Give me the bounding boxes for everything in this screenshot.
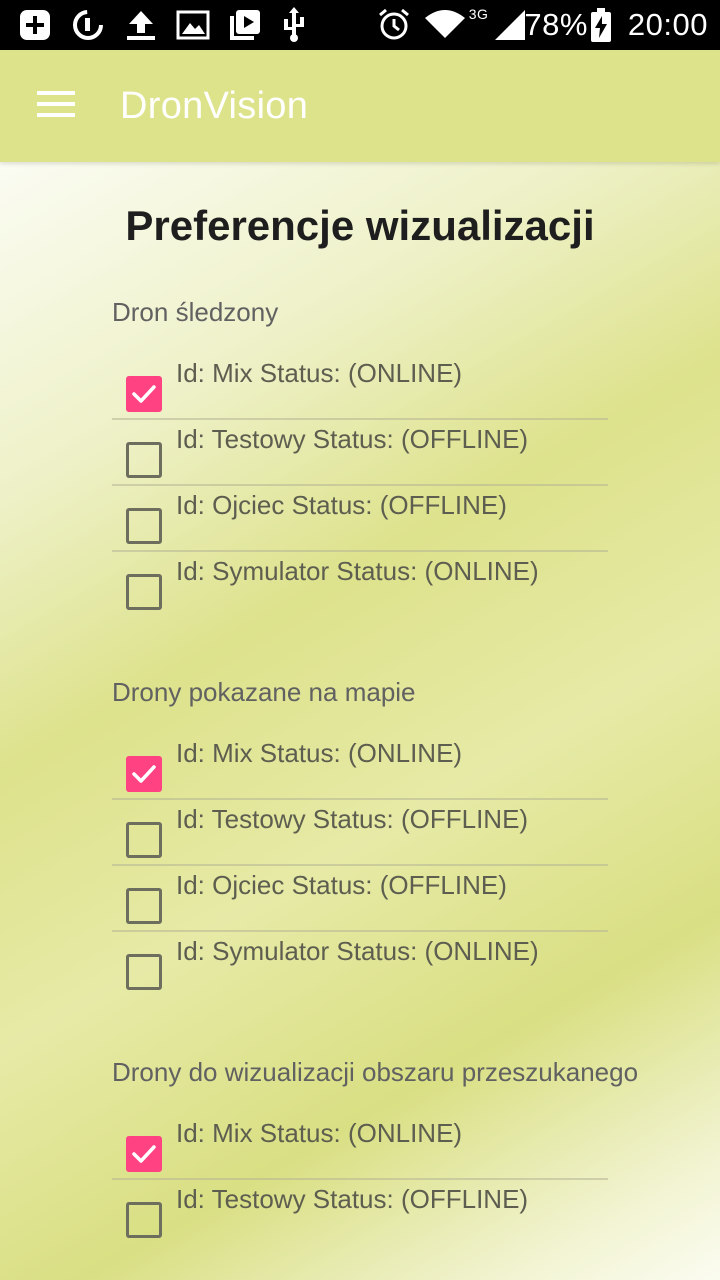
section-tracked-drone: Dron śledzony Id: Mix Status: (ONLINE) I… bbox=[112, 290, 692, 610]
checkbox[interactable] bbox=[126, 954, 162, 990]
checkbox[interactable] bbox=[126, 888, 162, 924]
video-library-icon bbox=[228, 8, 262, 42]
section-search-area-drones: Drony do wizualizacji obszaru przeszukan… bbox=[112, 1050, 692, 1238]
app-bar: DronVision bbox=[0, 50, 720, 162]
checkbox[interactable] bbox=[126, 442, 162, 478]
sync-icon bbox=[70, 7, 106, 43]
usb-icon bbox=[280, 7, 308, 43]
list-item-label: Id: Mix Status: (ONLINE) bbox=[176, 358, 463, 388]
list-item[interactable]: Id: Mix Status: (ONLINE) bbox=[112, 1114, 608, 1180]
list-item-label: Id: Testowy Status: (OFFLINE) bbox=[176, 1184, 529, 1214]
section-header: Drony pokazane na mapie bbox=[112, 677, 416, 707]
list-item-label: Id: Mix Status: (ONLINE) bbox=[176, 738, 463, 768]
wifi-icon bbox=[423, 8, 467, 42]
menu-icon bbox=[37, 90, 75, 123]
list-item[interactable]: Id: Testowy Status: (OFFLINE) bbox=[112, 420, 608, 486]
page-title: Preferencje wizualizacji bbox=[125, 202, 595, 249]
status-bar: 3G 78% 20:00 bbox=[0, 0, 720, 50]
checkbox[interactable] bbox=[126, 756, 162, 792]
checkbox[interactable] bbox=[126, 574, 162, 610]
list-item[interactable]: Id: Testowy Status: (OFFLINE) bbox=[112, 1180, 608, 1246]
list-item-label: Id: Mix Status: (ONLINE) bbox=[176, 1118, 463, 1148]
list-item-label: Id: Symulator Status: (ONLINE) bbox=[176, 556, 539, 586]
check-icon bbox=[132, 1145, 156, 1163]
checkbox[interactable] bbox=[126, 1136, 162, 1172]
check-icon bbox=[132, 385, 156, 403]
list-item-label: Id: Ojciec Status: (OFFLINE) bbox=[176, 490, 507, 520]
list-item-label: Id: Testowy Status: (OFFLINE) bbox=[176, 424, 529, 454]
list-item[interactable]: Id: Ojciec Status: (OFFLINE) bbox=[112, 866, 608, 932]
list-item[interactable]: Id: Ojciec Status: (OFFLINE) bbox=[112, 486, 608, 552]
clock: 20:00 bbox=[627, 7, 708, 42]
list-item[interactable]: Id: Symulator Status: (ONLINE) bbox=[112, 552, 608, 618]
app-title: DronVision bbox=[120, 84, 309, 127]
check-icon bbox=[132, 765, 156, 783]
list-item-label: Id: Ojciec Status: (OFFLINE) bbox=[176, 870, 507, 900]
add-box-icon bbox=[18, 8, 52, 42]
battery-charging-icon bbox=[590, 8, 612, 42]
checkbox[interactable] bbox=[126, 376, 162, 412]
preferences-content[interactable]: Preferencje wizualizacji Dron śledzony I… bbox=[0, 162, 720, 1280]
alarm-icon bbox=[377, 8, 411, 42]
list-item[interactable]: Id: Mix Status: (ONLINE) bbox=[112, 354, 608, 420]
section-header: Dron śledzony bbox=[112, 297, 279, 327]
section-header: Drony do wizualizacji obszaru przeszukan… bbox=[112, 1057, 639, 1087]
checkbox[interactable] bbox=[126, 822, 162, 858]
list-item-label: Id: Testowy Status: (OFFLINE) bbox=[176, 804, 529, 834]
checkbox[interactable] bbox=[126, 1202, 162, 1238]
list-item[interactable]: Id: Symulator Status: (ONLINE) bbox=[112, 932, 608, 998]
image-icon bbox=[176, 8, 210, 42]
drone-list: Id: Mix Status: (ONLINE) Id: Testowy Sta… bbox=[112, 1114, 608, 1246]
list-item-label: Id: Symulator Status: (ONLINE) bbox=[176, 936, 539, 966]
upload-icon bbox=[124, 8, 158, 42]
list-item[interactable]: Id: Testowy Status: (OFFLINE) bbox=[112, 800, 608, 866]
battery-percent: 78% bbox=[524, 7, 588, 42]
drone-list: Id: Mix Status: (ONLINE) Id: Testowy Sta… bbox=[112, 734, 608, 998]
drone-list: Id: Mix Status: (ONLINE) Id: Testowy Sta… bbox=[112, 354, 608, 618]
section-drones-on-map: Drony pokazane na mapie Id: Mix Status: … bbox=[112, 670, 692, 990]
list-item[interactable]: Id: Mix Status: (ONLINE) bbox=[112, 734, 608, 800]
menu-button[interactable] bbox=[0, 50, 112, 162]
network-type: 3G bbox=[468, 6, 489, 22]
checkbox[interactable] bbox=[126, 508, 162, 544]
